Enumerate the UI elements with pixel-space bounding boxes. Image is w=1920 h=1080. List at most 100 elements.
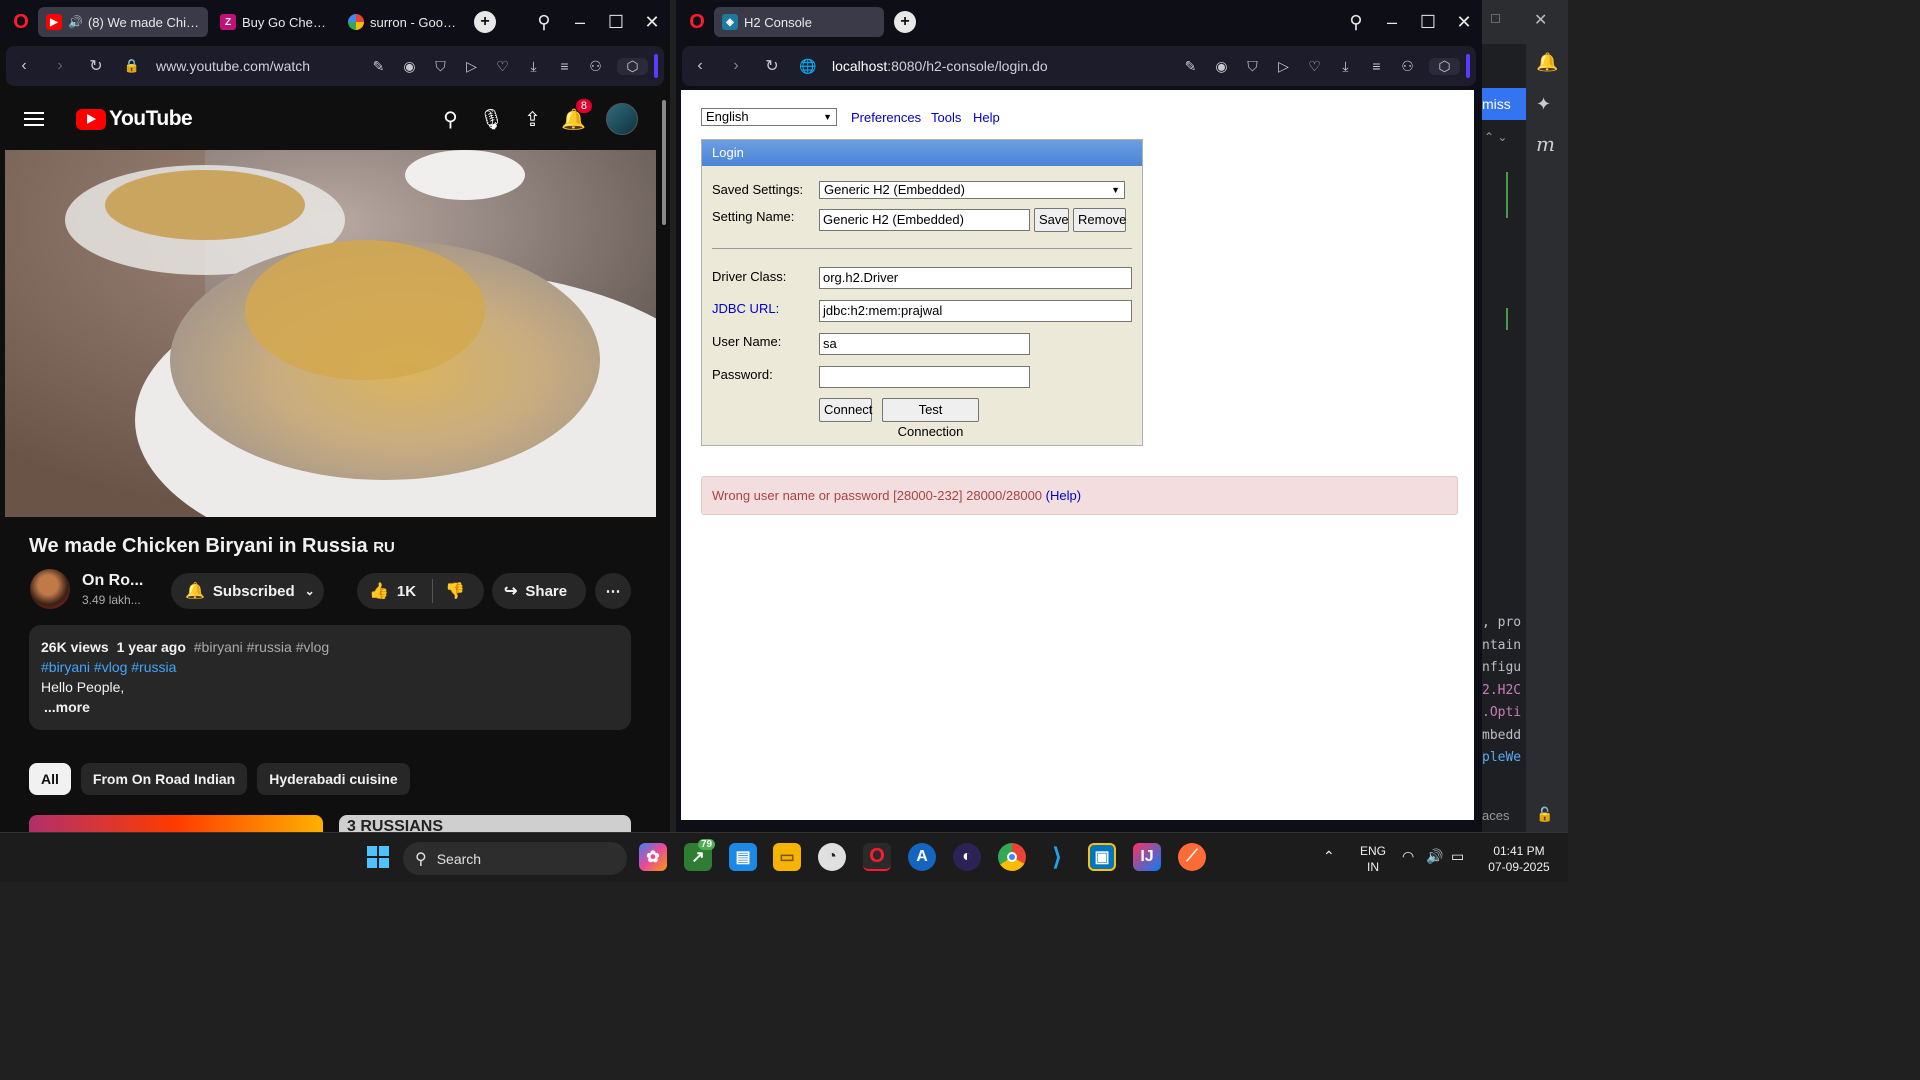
shield-icon[interactable]: ⛉	[1237, 58, 1268, 75]
app-icon[interactable]: ◔	[818, 843, 846, 871]
ai-chat-icon[interactable]: ✦	[1536, 94, 1551, 115]
new-tab-button[interactable]: +	[894, 11, 916, 33]
maximize-icon[interactable]: ☐	[1490, 12, 1501, 26]
dismiss-badge[interactable]: miss	[1482, 88, 1526, 120]
intellij-icon[interactable]: IJ	[1133, 843, 1161, 871]
copilot-icon[interactable]: ✿	[639, 843, 667, 871]
driver-class-input[interactable]: org.h2.Driver	[819, 267, 1132, 289]
minimize-button[interactable]: –	[1374, 12, 1410, 33]
upload-icon[interactable]: ⇪	[512, 107, 553, 132]
tab-search-icon[interactable]: ⚲	[1338, 12, 1374, 33]
virtualbox-icon[interactable]: ▣	[1088, 843, 1116, 871]
taskbar-search[interactable]: ⚲ Search	[403, 842, 627, 875]
opera-menu-icon[interactable]: O	[8, 9, 34, 35]
saved-settings-select[interactable]: Generic H2 (Embedded) ▼	[819, 181, 1125, 199]
guide-menu-icon[interactable]	[24, 112, 44, 126]
postman-icon[interactable]: ⟋	[1178, 843, 1206, 871]
play-icon[interactable]: ▷	[456, 58, 487, 75]
fold-arrows-icon[interactable]: ⌃ ⌄	[1484, 130, 1507, 144]
page-scrollbar[interactable]	[660, 92, 670, 832]
stocks-widget-icon[interactable]: ↗ 79	[684, 839, 716, 871]
tab-google[interactable]: surron - Google S	[340, 7, 464, 37]
remove-button[interactable]: Remove	[1073, 208, 1126, 232]
video-player[interactable]	[5, 150, 656, 517]
tab-h2-console[interactable]: ◈ H2 Console	[714, 7, 884, 37]
search-icon[interactable]: ⚲	[430, 107, 471, 132]
show-more-link[interactable]: ...more	[41, 697, 619, 717]
jdbc-url-input[interactable]: jdbc:h2:mem:prajwal	[819, 300, 1132, 322]
camera-icon[interactable]: ◉	[1206, 58, 1237, 75]
channel-name[interactable]: On Ro...	[82, 572, 143, 590]
url-field[interactable]: localhost:8080/h2-console/login.do	[826, 58, 1175, 74]
inline-hashtags[interactable]: #biryani #russia #vlog	[194, 639, 329, 655]
play-icon[interactable]: ▷	[1268, 58, 1299, 75]
maximize-button[interactable]: ☐	[598, 12, 634, 33]
language-select[interactable]: English ▼	[701, 108, 837, 126]
description-box[interactable]: 26K views 1 year ago #biryani #russia #v…	[29, 625, 631, 730]
preferences-link[interactable]: Preferences	[851, 110, 921, 125]
jdbc-url-label[interactable]: JDBC URL:	[712, 301, 779, 316]
youtube-logo[interactable]: YouTube	[76, 107, 193, 131]
download-icon[interactable]: ⤓	[1330, 58, 1361, 75]
error-help-link[interactable]: (Help)	[1046, 488, 1081, 503]
hashtag-links[interactable]: #biryani #vlog #russia	[41, 657, 619, 677]
app-store-icon[interactable]: A	[908, 843, 936, 871]
dislike-button[interactable]: 👎	[433, 581, 465, 601]
eclipse-icon[interactable]: ◐	[953, 843, 981, 871]
reload-button[interactable]: ↻	[78, 56, 114, 76]
menu-icon[interactable]: ≡	[549, 58, 580, 74]
download-icon[interactable]: ⤓	[518, 58, 549, 75]
back-button[interactable]: ‹	[6, 57, 42, 75]
bell-icon[interactable]: 🔔	[1536, 52, 1558, 73]
tray-overflow-icon[interactable]: ⌃	[1323, 848, 1335, 865]
chip-hyderabadi[interactable]: Hyderabadi cuisine	[257, 763, 410, 795]
thumbnail-1[interactable]	[29, 815, 323, 832]
more-actions-button[interactable]: ⋯	[595, 573, 631, 609]
close-button[interactable]: ✕	[1446, 12, 1482, 33]
like-button[interactable]: 👍 1K	[357, 581, 432, 601]
wifi-icon[interactable]: ◠	[1402, 848, 1414, 865]
tab-youtube[interactable]: ▶ 🔊 (8) We made Chicken	[38, 7, 208, 37]
clock[interactable]: 01:41 PM 07-09-2025	[1484, 843, 1554, 875]
thumbnail-2[interactable]: 3 RUSSIANS	[339, 815, 631, 832]
profile-icon[interactable]: ⚇	[1392, 58, 1423, 75]
channel-avatar[interactable]	[30, 569, 70, 609]
opera-menu-icon[interactable]: O	[684, 9, 710, 35]
share-button[interactable]: ↪ Share	[492, 573, 586, 609]
scrollbar-thumb[interactable]	[662, 100, 666, 225]
tab-search-icon[interactable]: ⚲	[526, 12, 562, 33]
back-button[interactable]: ‹	[682, 57, 718, 75]
language-indicator[interactable]: ENG IN	[1355, 843, 1391, 875]
opera-taskbar-icon[interactable]: O	[863, 843, 891, 871]
heart-icon[interactable]: ♡	[1299, 58, 1330, 75]
help-link[interactable]: Help	[973, 110, 1000, 125]
close-icon[interactable]: ✕	[1534, 10, 1547, 30]
reload-button[interactable]: ↻	[754, 56, 790, 76]
maximize-button[interactable]: ☐	[1410, 12, 1446, 33]
forward-button[interactable]: ›	[42, 57, 78, 75]
tools-link[interactable]: Tools	[931, 110, 961, 125]
account-avatar[interactable]	[606, 103, 638, 135]
chip-all[interactable]: All	[29, 763, 71, 795]
edit-icon[interactable]: ✎	[363, 58, 394, 75]
vscode-icon[interactable]: ⟩	[1043, 843, 1071, 871]
new-tab-button[interactable]: +	[474, 11, 496, 33]
password-input[interactable]	[819, 366, 1030, 388]
microphone-icon[interactable]: 🎙	[471, 107, 512, 132]
speaker-icon[interactable]: 🔊	[68, 15, 83, 29]
battery-icon[interactable]: ▭	[1451, 848, 1464, 865]
profile-icon[interactable]: ⚇	[580, 58, 611, 75]
setting-name-input[interactable]: Generic H2 (Embedded)	[819, 209, 1030, 231]
lock-icon[interactable]: 🔓	[1536, 806, 1553, 823]
cube-icon[interactable]: ⬡	[1429, 57, 1460, 75]
menu-icon[interactable]: ≡	[1361, 58, 1392, 74]
shield-icon[interactable]: ⛉	[425, 58, 456, 75]
subscribed-button[interactable]: 🔔 Subscribed ⌄	[171, 573, 324, 609]
user-name-input[interactable]: sa	[819, 333, 1030, 355]
m-plugin-icon[interactable]: m	[1536, 132, 1555, 156]
save-button[interactable]: Save	[1034, 208, 1069, 232]
file-explorer-icon[interactable]: ▭	[773, 843, 801, 871]
edit-icon[interactable]: ✎	[1175, 58, 1206, 75]
notepad-icon[interactable]: ▤	[729, 843, 757, 871]
tab-cheese[interactable]: Z Buy Go Cheese Sl	[212, 7, 336, 37]
